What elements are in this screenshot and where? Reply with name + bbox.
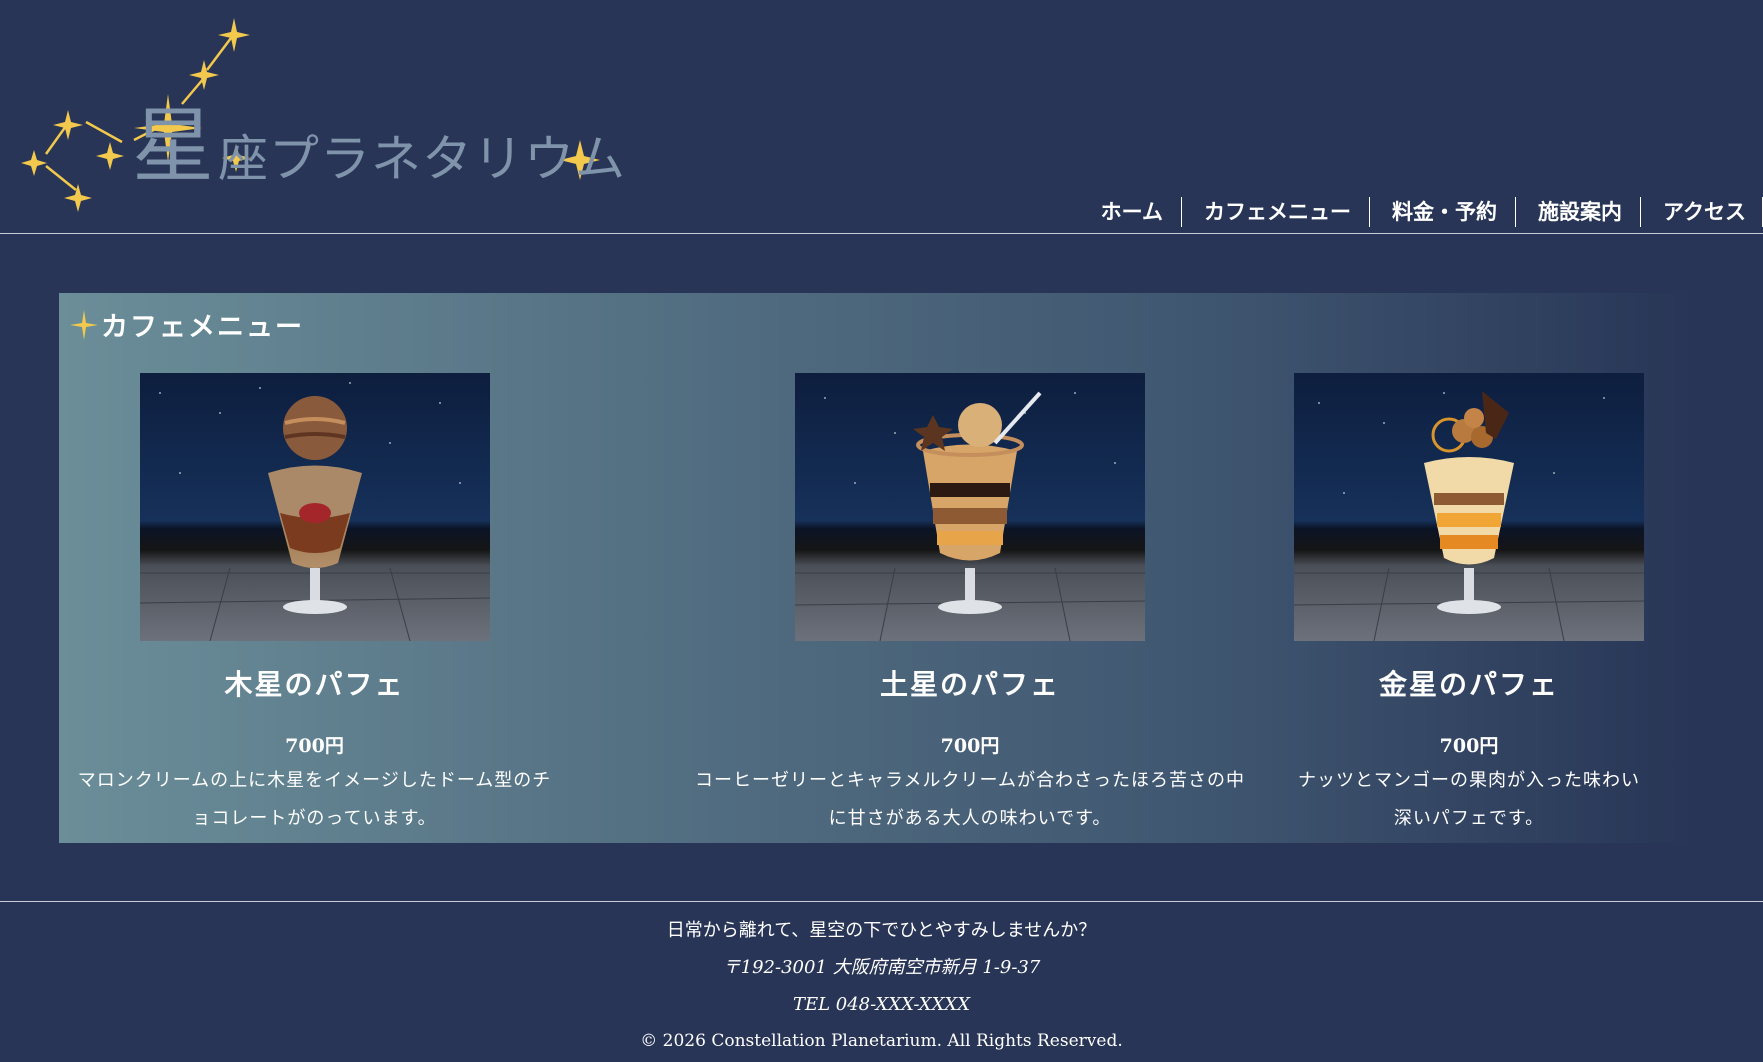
nav-item-home[interactable]: ホーム xyxy=(1101,197,1183,227)
card-description: マロンクリームの上に木星をイメージしたドーム型のチ ョコレートがのっています。 xyxy=(59,762,570,838)
footer-tel: TEL 048-XXX-XXXX xyxy=(792,994,971,1015)
cafe-menu-section: カフェメニュー 木星のパフェ 700円 マロンクリームの上に木星をイメージしたド… xyxy=(59,293,1699,843)
card-description-line: 深いパフェです。 xyxy=(1393,808,1545,829)
card-price: 700円 xyxy=(1439,735,1499,757)
logo-text: 座プラネタリウム xyxy=(218,130,626,188)
footer-address: 〒192-3001 大阪府南空市新月 1-9-37 xyxy=(722,957,1041,978)
parfait-image-jupiter xyxy=(139,373,490,641)
site-logo[interactable]: 星 座プラネタリウム xyxy=(14,14,625,214)
card-price: 700円 xyxy=(940,735,1000,757)
parfait-image-saturn xyxy=(795,373,1145,641)
nav-item-cafe-menu[interactable]: カフェメニュー xyxy=(1182,197,1371,227)
card-title: 土星のパフェ xyxy=(879,668,1060,701)
card-description-line: コーヒーゼリーとキャラメルクリームが合わさったほろ苦さの中 xyxy=(695,770,1245,791)
menu-card-saturn[interactable]: 土星のパフェ 700円 コーヒーゼリーとキャラメルクリームが合わさったほろ苦さの… xyxy=(670,373,1270,838)
section-title: カフェメニュー xyxy=(101,312,304,343)
parfait-image-venus xyxy=(1294,373,1644,641)
card-description-line: マロンクリームの上に木星をイメージしたドーム型のチ xyxy=(77,770,552,791)
card-description-line: に甘さがある大人の味わいです。 xyxy=(828,808,1112,829)
card-description: ナッツとマンゴーの果肉が入った味わい 深いパフェです。 xyxy=(1269,762,1669,838)
section-heading: カフェメニュー xyxy=(69,305,304,344)
sparkle-icon xyxy=(70,309,98,340)
card-title: 木星のパフェ xyxy=(224,668,405,701)
footer-tagline: 日常から離れて、星空の下でひとやすみしませんか？ xyxy=(666,920,1097,941)
nav-item-facilities[interactable]: 施設案内 xyxy=(1516,197,1642,227)
card-description-line: ナッツとマンゴーの果肉が入った味わい xyxy=(1298,770,1640,791)
footer-copyright: © 2026 Constellation Planetarium. All Ri… xyxy=(640,1031,1123,1051)
card-price: 700円 xyxy=(285,735,344,757)
logo-text-star: 星 xyxy=(132,99,214,194)
card-description: コーヒーゼリーとキャラメルクリームが合わさったほろ苦さの中 に甘さがある大人の味… xyxy=(670,762,1270,838)
site-footer: 日常から離れて、星空の下でひとやすみしませんか？ 〒192-3001 大阪府南空… xyxy=(0,901,1763,1062)
card-description-line: ョコレートがのっています。 xyxy=(192,808,437,829)
site-header: 星 座プラネタリウム ホーム カフェメニュー 料金・予約 施設案内 アクセス xyxy=(0,0,1763,234)
menu-card-jupiter[interactable]: 木星のパフェ 700円 マロンクリームの上に木星をイメージしたドーム型のチ ョコ… xyxy=(59,373,570,838)
nav-item-access[interactable]: アクセス xyxy=(1641,197,1763,227)
menu-card-venus[interactable]: 金星のパフェ 700円 ナッツとマンゴーの果肉が入った味わい 深いパフェです。 xyxy=(1269,373,1669,838)
nav-item-pricing[interactable]: 料金・予約 xyxy=(1370,197,1517,227)
main-nav: ホーム カフェメニュー 料金・予約 施設案内 アクセス xyxy=(1101,196,1763,228)
card-title: 金星のパフェ xyxy=(1378,668,1559,701)
